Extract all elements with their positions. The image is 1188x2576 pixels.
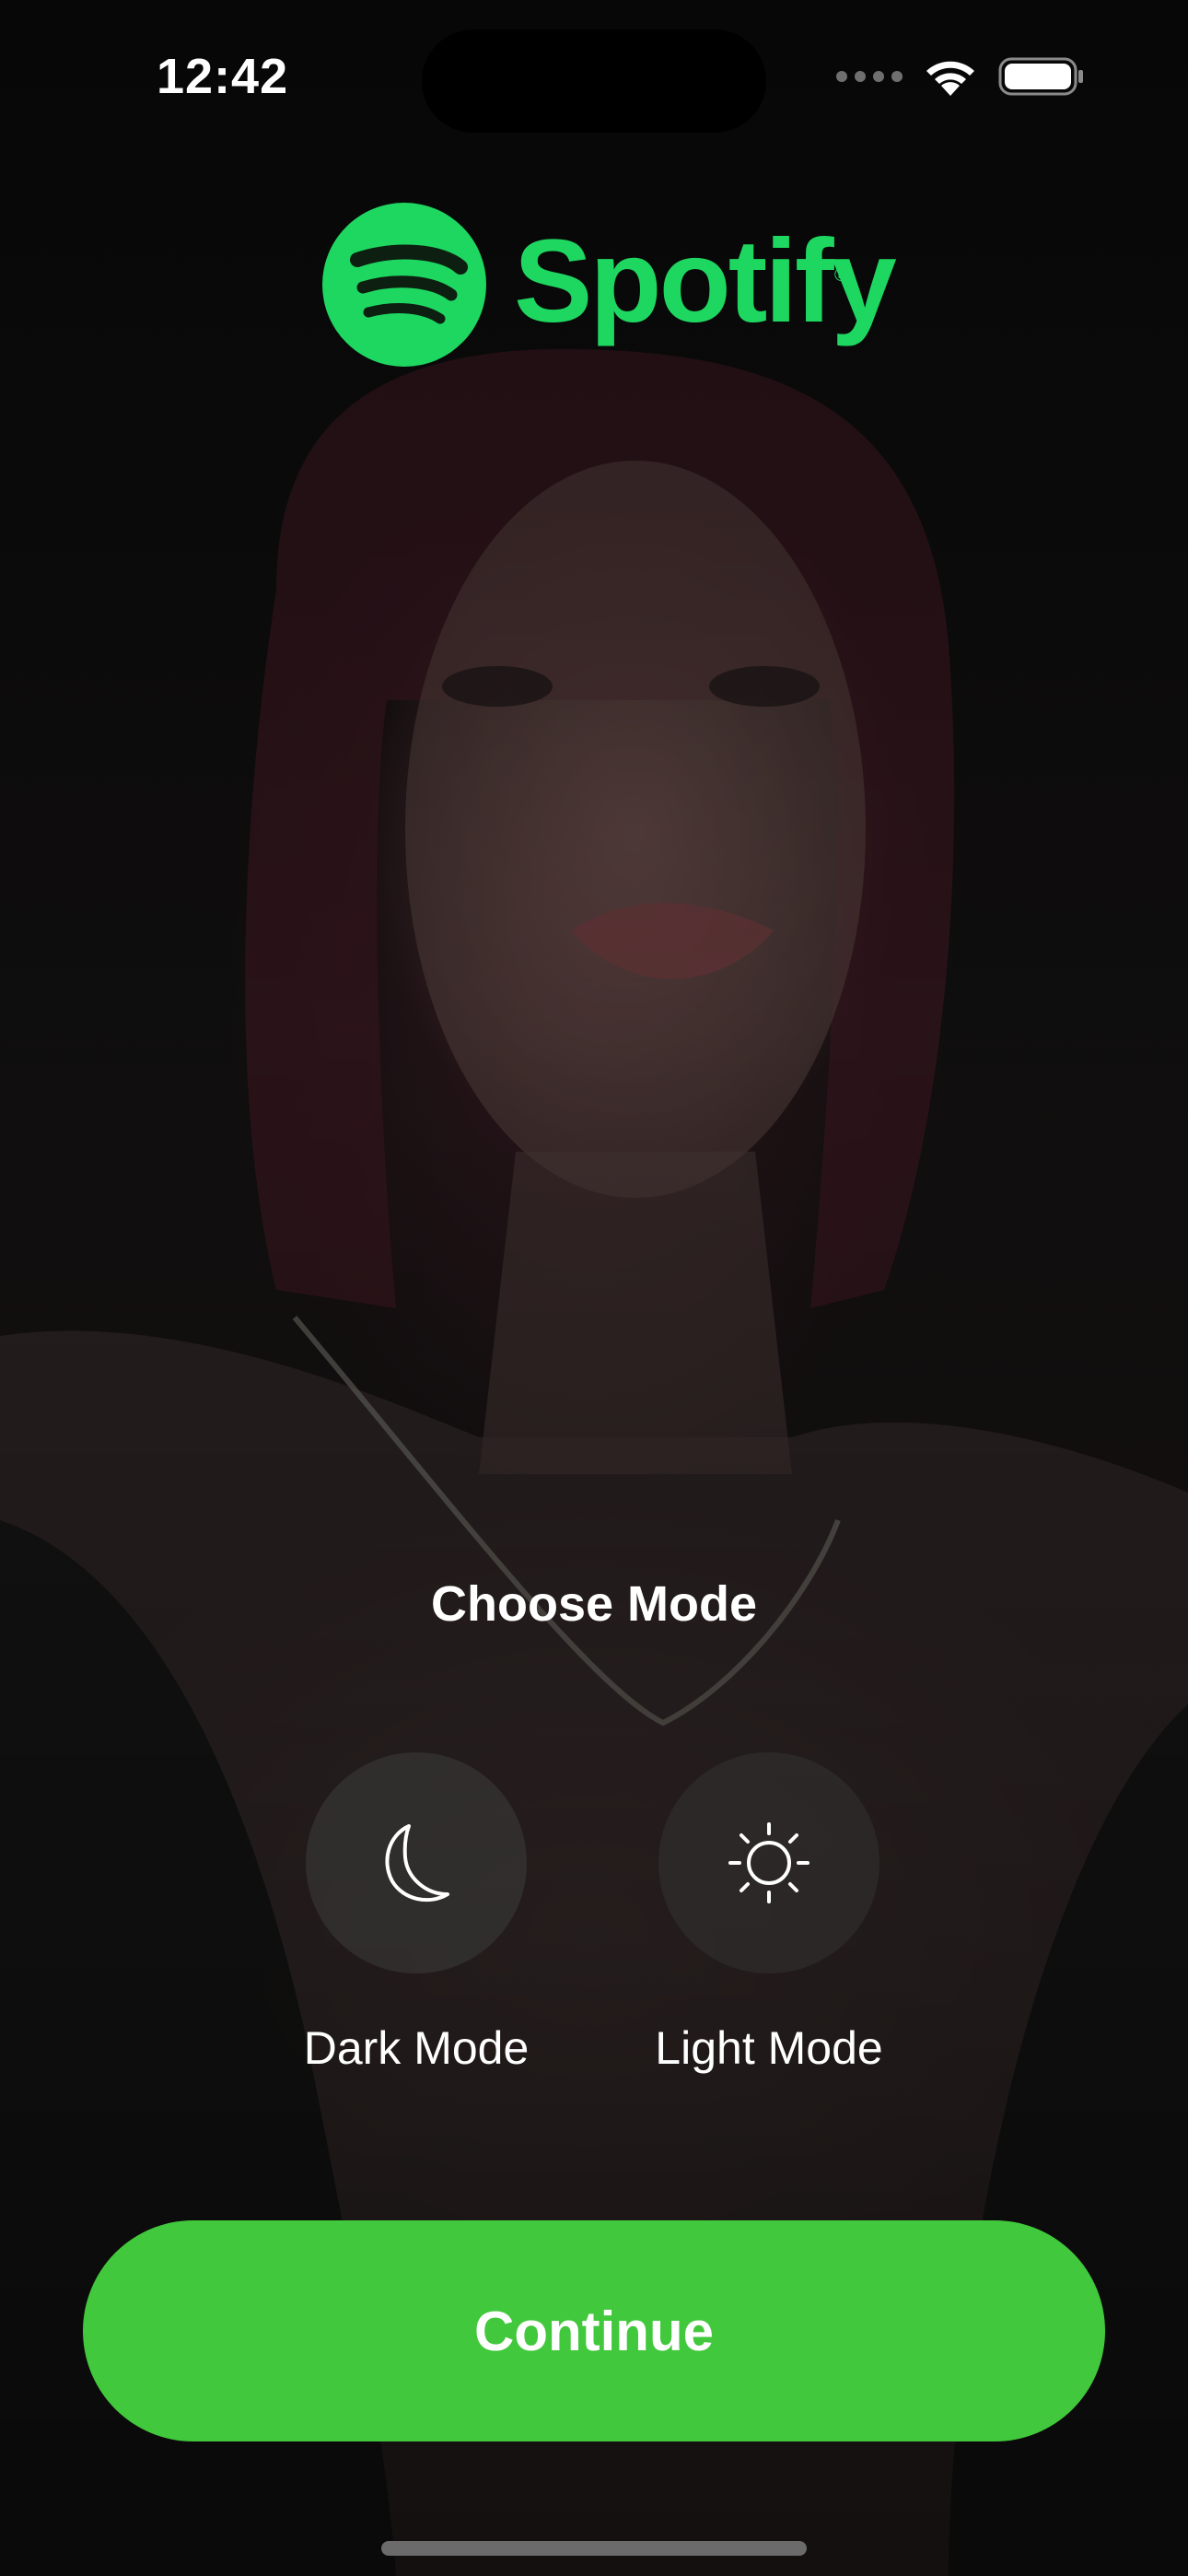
status-time: 12:42 <box>157 49 289 104</box>
sun-icon <box>728 1822 809 1903</box>
status-bar: 12:42 <box>0 0 1188 157</box>
dark-mode-label: Dark Mode <box>303 2022 530 2074</box>
choose-mode-title: Choose Mode <box>430 1576 757 1632</box>
light-mode-option[interactable]: Light Mode <box>622 1752 916 2102</box>
light-mode-button[interactable] <box>658 1752 879 1973</box>
light-mode-label: Light Mode <box>655 2022 883 2074</box>
wifi-icon <box>926 61 974 96</box>
dynamic-island <box>422 29 766 133</box>
spotify-logo: Spotify <box>322 203 897 367</box>
registered-mark: ® <box>834 265 848 286</box>
moon-icon <box>385 1824 449 1903</box>
dark-mode-button[interactable] <box>306 1752 527 1973</box>
cellular-signal-icon <box>836 71 903 82</box>
dark-mode-option[interactable]: Dark Mode <box>269 1752 564 2102</box>
status-icons <box>836 53 1085 100</box>
choose-mode-screen: 12:42 Spotify ® Choose Mode Dark Mode Li… <box>0 0 1188 2576</box>
continue-button[interactable]: Continue <box>83 2220 1105 2441</box>
home-indicator[interactable] <box>381 2541 807 2556</box>
spotify-icon <box>322 203 486 367</box>
background-dim-overlay <box>0 0 1188 2576</box>
battery-icon <box>998 57 1083 96</box>
